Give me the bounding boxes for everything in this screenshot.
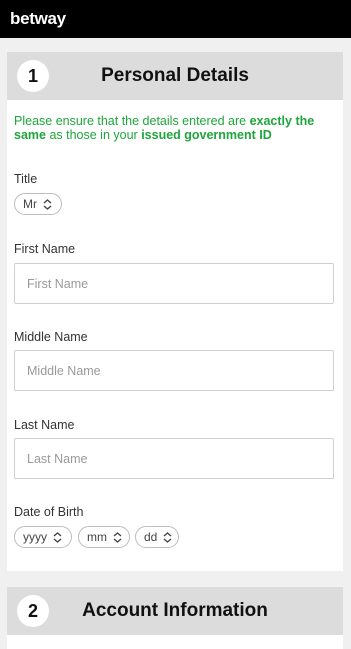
first-name-label: First Name — [14, 242, 76, 256]
title-label: Title — [14, 172, 38, 186]
dob-month-value: mm — [87, 530, 107, 544]
chevron-up-down-icon — [53, 531, 62, 543]
personal-details-header: 1 Personal Details — [7, 52, 343, 100]
title-select-value: Mr — [23, 197, 37, 211]
betway-logo[interactable]: betway — [10, 9, 66, 29]
account-information-header: 2 Account Information — [7, 587, 343, 635]
id-notice: Please ensure that the details entered a… — [14, 114, 315, 142]
last-name-label: Last Name — [14, 418, 75, 432]
chevron-up-down-icon — [163, 531, 172, 543]
middle-name-input[interactable] — [14, 350, 334, 391]
dob-year-value: yyyy — [23, 530, 47, 544]
top-bar: betway — [0, 0, 351, 38]
section-title: Account Information — [82, 600, 268, 621]
account-information-card: 2 Account Information — [7, 587, 343, 649]
dob-year-select[interactable]: yyyy — [14, 526, 72, 548]
chevron-up-down-icon — [113, 531, 122, 543]
dob-day-value: dd — [144, 530, 158, 544]
personal-details-card: 1 Personal Details Please ensure that th… — [7, 52, 343, 571]
chevron-up-down-icon — [43, 198, 52, 210]
middle-name-label: Middle Name — [14, 330, 88, 344]
section-title: Personal Details — [101, 65, 249, 86]
dob-label: Date of Birth — [14, 505, 84, 519]
title-select[interactable]: Mr — [14, 193, 62, 215]
step-number-badge: 2 — [17, 595, 49, 627]
step-number-badge: 1 — [17, 60, 49, 92]
last-name-input[interactable] — [14, 438, 334, 479]
dob-day-select[interactable]: dd — [135, 526, 179, 548]
first-name-input[interactable] — [14, 263, 334, 304]
dob-month-select[interactable]: mm — [78, 526, 130, 548]
